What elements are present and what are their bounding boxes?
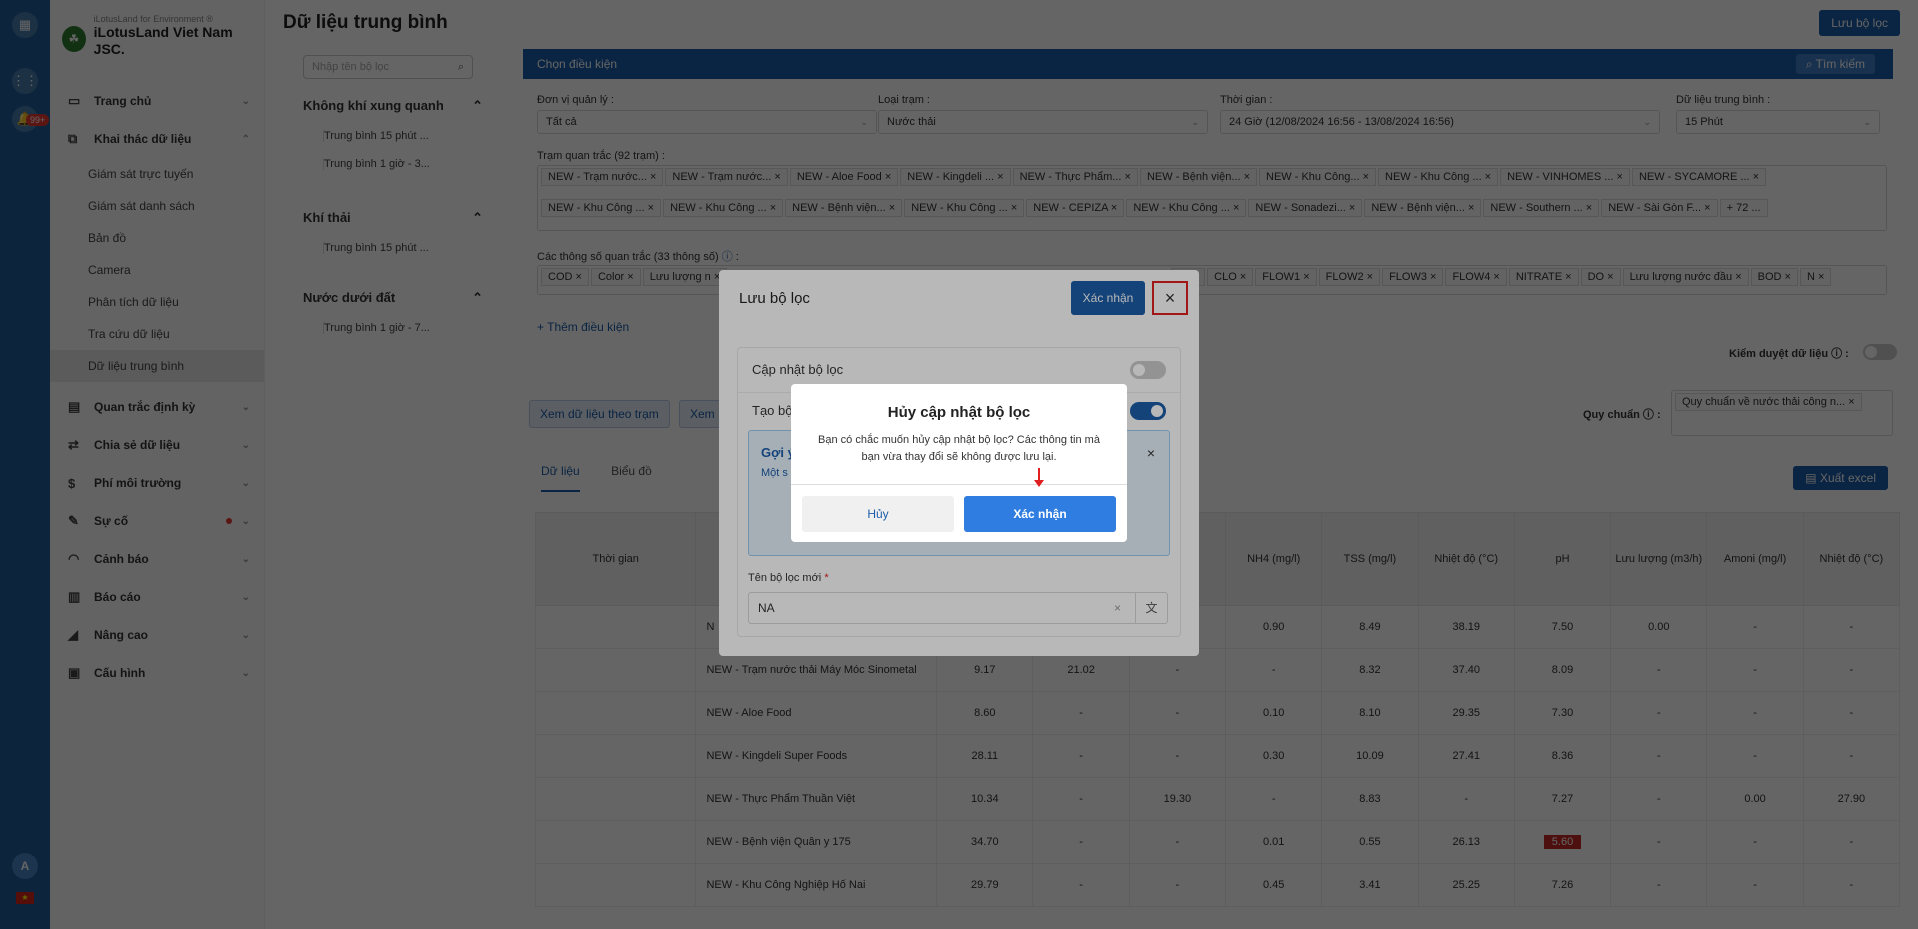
dialog-confirm-button[interactable]: Xác nhận [964,496,1116,532]
cancel-update-dialog: Hủy cập nhật bộ lọc Bạn có chắc muốn hủy… [791,384,1127,542]
dialog-message: Bạn có chắc muốn hủy cập nhật bộ lọc? Cá… [818,434,1100,463]
divider [791,484,1127,485]
dialog-title: Hủy cập nhật bộ lọc [887,404,1031,421]
dialog-cancel-button[interactable]: Hủy [802,496,954,532]
annotation-arrow [1034,468,1044,487]
